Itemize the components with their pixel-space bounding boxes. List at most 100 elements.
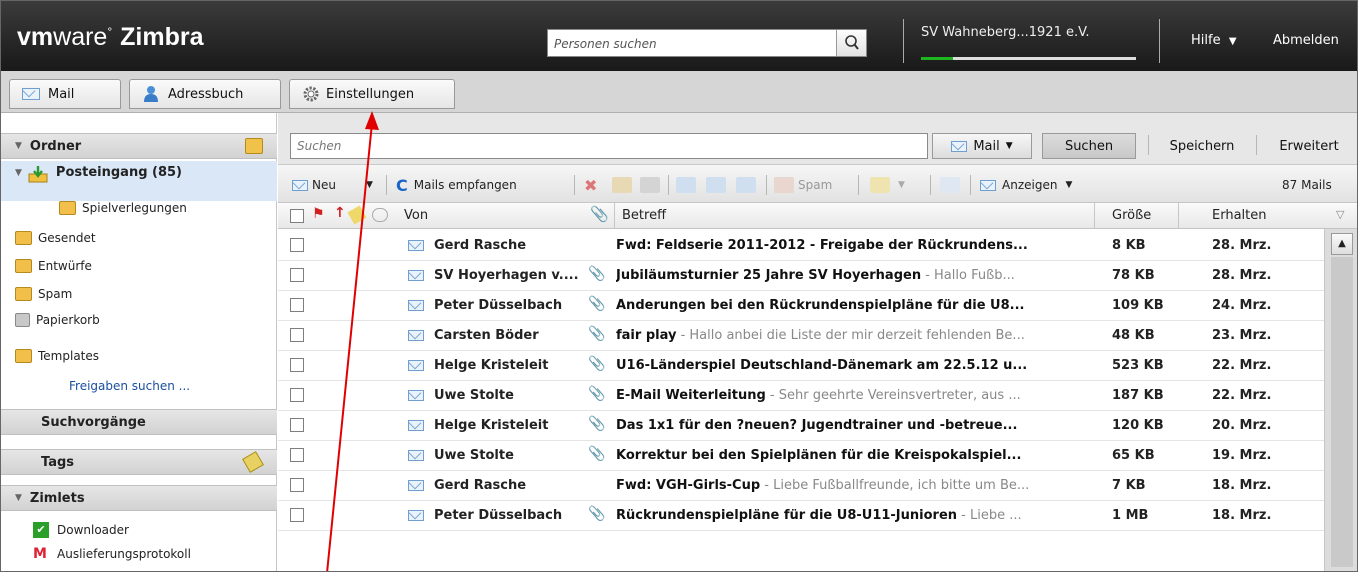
message-date: 18. Mrz. (1212, 508, 1272, 523)
message-fragment: - Hallo anbei die Liste der mir derzeit … (676, 328, 1025, 343)
sidebar-item-spielverlegungen[interactable]: Spielverlegungen (1, 197, 277, 219)
table-row[interactable]: Uwe Stolte 📎 Korrektur bei den Spielplänen… (278, 441, 1324, 471)
mail-icon (408, 360, 424, 371)
sidebar-item-spam[interactable]: Spam (1, 283, 277, 305)
move-button[interactable] (612, 174, 632, 196)
message-date: 20. Mrz. (1212, 418, 1272, 433)
message-fragment: - Liebe Fußballfreunde, ich bitte um Be.… (760, 478, 1030, 493)
row-checkbox[interactable] (290, 238, 304, 252)
row-checkbox[interactable] (290, 388, 304, 402)
mail-icon (980, 179, 996, 191)
view-menu-button[interactable]: Anzeigen ▼ (980, 174, 1072, 196)
sidebar-item-templates[interactable]: Templates (1, 345, 277, 367)
row-checkbox[interactable] (290, 508, 304, 522)
search-button[interactable]: Suchen (1042, 133, 1136, 159)
logout-link[interactable]: Abmelden (1273, 33, 1339, 48)
fetch-mail-button[interactable]: C Mails empfangen (396, 174, 517, 196)
table-row[interactable]: Uwe Stolte 📎 E-Mail Weiterleitung - Sehr g… (278, 381, 1324, 411)
advanced-search-button[interactable]: Erweitert (1264, 133, 1354, 159)
mail-icon (408, 480, 424, 491)
row-checkbox[interactable] (290, 298, 304, 312)
spam-button[interactable]: Spam (774, 174, 832, 196)
priority-icon[interactable]: ↑ (334, 205, 346, 221)
tab-settings[interactable]: Einstellungen (289, 79, 455, 109)
row-checkbox[interactable] (290, 358, 304, 372)
reply-button[interactable] (676, 174, 696, 196)
inbox-icon (28, 166, 48, 183)
sidebar-item-drafts[interactable]: Entwürfe (1, 255, 277, 277)
row-checkbox[interactable] (290, 328, 304, 342)
flag-icon[interactable]: ⚑ (312, 206, 325, 222)
delete-button[interactable]: ✖ (584, 174, 597, 196)
table-row[interactable]: Peter Düsselbach 📎 Rückrundenspielpläne fü… (278, 501, 1324, 531)
new-button[interactable]: Neu (292, 174, 336, 196)
find-shares-link[interactable]: Freigaben suchen ... (1, 375, 277, 397)
forward-button[interactable] (736, 174, 756, 196)
row-checkbox[interactable] (290, 418, 304, 432)
message-sender: Peter Düsselbach (434, 508, 563, 523)
tab-addressbook[interactable]: Adressbuch (129, 79, 281, 109)
print-button[interactable] (640, 174, 660, 196)
reply-all-button[interactable] (706, 174, 726, 196)
new-folder-icon[interactable] (245, 138, 263, 154)
table-row[interactable]: Helge Kristeleit 📎 U16-Länderspiel Deutsch… (278, 351, 1324, 381)
new-menu-button[interactable]: ▼ (366, 174, 373, 196)
sidebar-item-sent[interactable]: Gesendet (1, 227, 277, 249)
column-from[interactable]: Von (404, 208, 428, 223)
zimlet-delivery-log[interactable]: M Auslieferungsprotokoll (1, 543, 277, 565)
new-tag-icon[interactable] (242, 451, 264, 473)
save-search-button[interactable]: Speichern (1156, 133, 1248, 159)
folders-header[interactable]: ▼ Ordner (1, 133, 277, 159)
row-checkbox[interactable] (290, 448, 304, 462)
status-column-icon[interactable] (372, 208, 388, 222)
table-row[interactable]: Carsten Böder 📎 fair play - Hallo anbei di… (278, 321, 1324, 351)
search-type-dropdown[interactable]: Mail ▼ (932, 133, 1032, 159)
scroll-up-button[interactable]: ▲ (1331, 233, 1353, 255)
table-row[interactable]: SV Hoyerhagen v.... 📎 Jubiläumsturnier 25 … (278, 261, 1324, 291)
quota-bar (921, 57, 1136, 60)
message-list-scrollbar[interactable]: ▲ (1324, 229, 1357, 571)
tag-column-icon[interactable] (347, 205, 367, 225)
new-window-button[interactable] (940, 174, 960, 196)
sidebar-item-trash[interactable]: Papierkorb (1, 309, 277, 331)
search-bar: Mail ▼ Suchen Speichern Erweitert (278, 113, 1357, 165)
message-date: 28. Mrz. (1212, 268, 1272, 283)
zimlet-downloader[interactable]: ✔ Downloader (1, 519, 277, 541)
column-subject[interactable]: Betreff (622, 208, 666, 223)
sort-icon[interactable]: ▽ (1336, 208, 1344, 221)
account-name[interactable]: SV Wahneberg...1921 e.V. (921, 25, 1089, 40)
message-subject-cell: Das 1x1 für den ?neuen? Jugendtrainer un… (616, 418, 1116, 433)
row-checkbox[interactable] (290, 268, 304, 282)
table-row[interactable]: Helge Kristeleit 📎 Das 1x1 für den ?neuen?… (278, 411, 1324, 441)
collapse-triangle-icon: ▼ (15, 493, 22, 503)
zimlet-label: Downloader (57, 523, 129, 537)
column-received[interactable]: Erhalten (1212, 208, 1266, 223)
sidebar-item-inbox[interactable]: ▼ Posteingang (85) (1, 161, 277, 201)
attachment-icon: 📎 (588, 416, 606, 432)
attachment-icon: 📎 (588, 266, 606, 282)
people-search-button[interactable] (836, 30, 866, 56)
folder-icon (15, 349, 32, 363)
table-row[interactable]: Gerd Rasche Fwd: VGH-Girls-Cup - Liebe Fu… (278, 471, 1324, 501)
reply-all-icon (706, 177, 726, 193)
help-menu[interactable]: Hilfe ▼ (1191, 33, 1237, 48)
attachment-column-icon[interactable]: 📎 (590, 205, 609, 223)
column-size[interactable]: Größe (1112, 208, 1151, 223)
tags-header[interactable]: Tags (1, 449, 277, 475)
select-all-checkbox[interactable] (290, 209, 304, 223)
tab-mail[interactable]: Mail (9, 79, 121, 109)
chevron-down-icon: ▼ (898, 180, 905, 190)
search-input[interactable] (291, 134, 927, 158)
scroll-thumb[interactable] (1331, 257, 1353, 567)
tag-button[interactable]: ▼ (870, 174, 905, 196)
message-subject: Rückrundenspielpläne für die U8-U11-Juni… (616, 508, 958, 523)
zimlets-header[interactable]: ▼ Zimlets (1, 485, 277, 511)
searches-header[interactable]: Suchvorgänge (1, 409, 277, 435)
people-search-input[interactable] (554, 34, 834, 54)
row-checkbox[interactable] (290, 478, 304, 492)
message-subject-cell: Fwd: VGH-Girls-Cup - Liebe Fußballfreund… (616, 478, 1116, 493)
table-row[interactable]: Gerd Rasche Fwd: Feldserie 2011-2012 - Fr… (278, 231, 1324, 261)
top-bar: vmware°Zimbra SV Wahneberg...1921 e.V. H… (1, 1, 1357, 81)
table-row[interactable]: Peter Düsselbach 📎 Änderungen bei den Rück… (278, 291, 1324, 321)
topbar-divider (903, 19, 904, 63)
